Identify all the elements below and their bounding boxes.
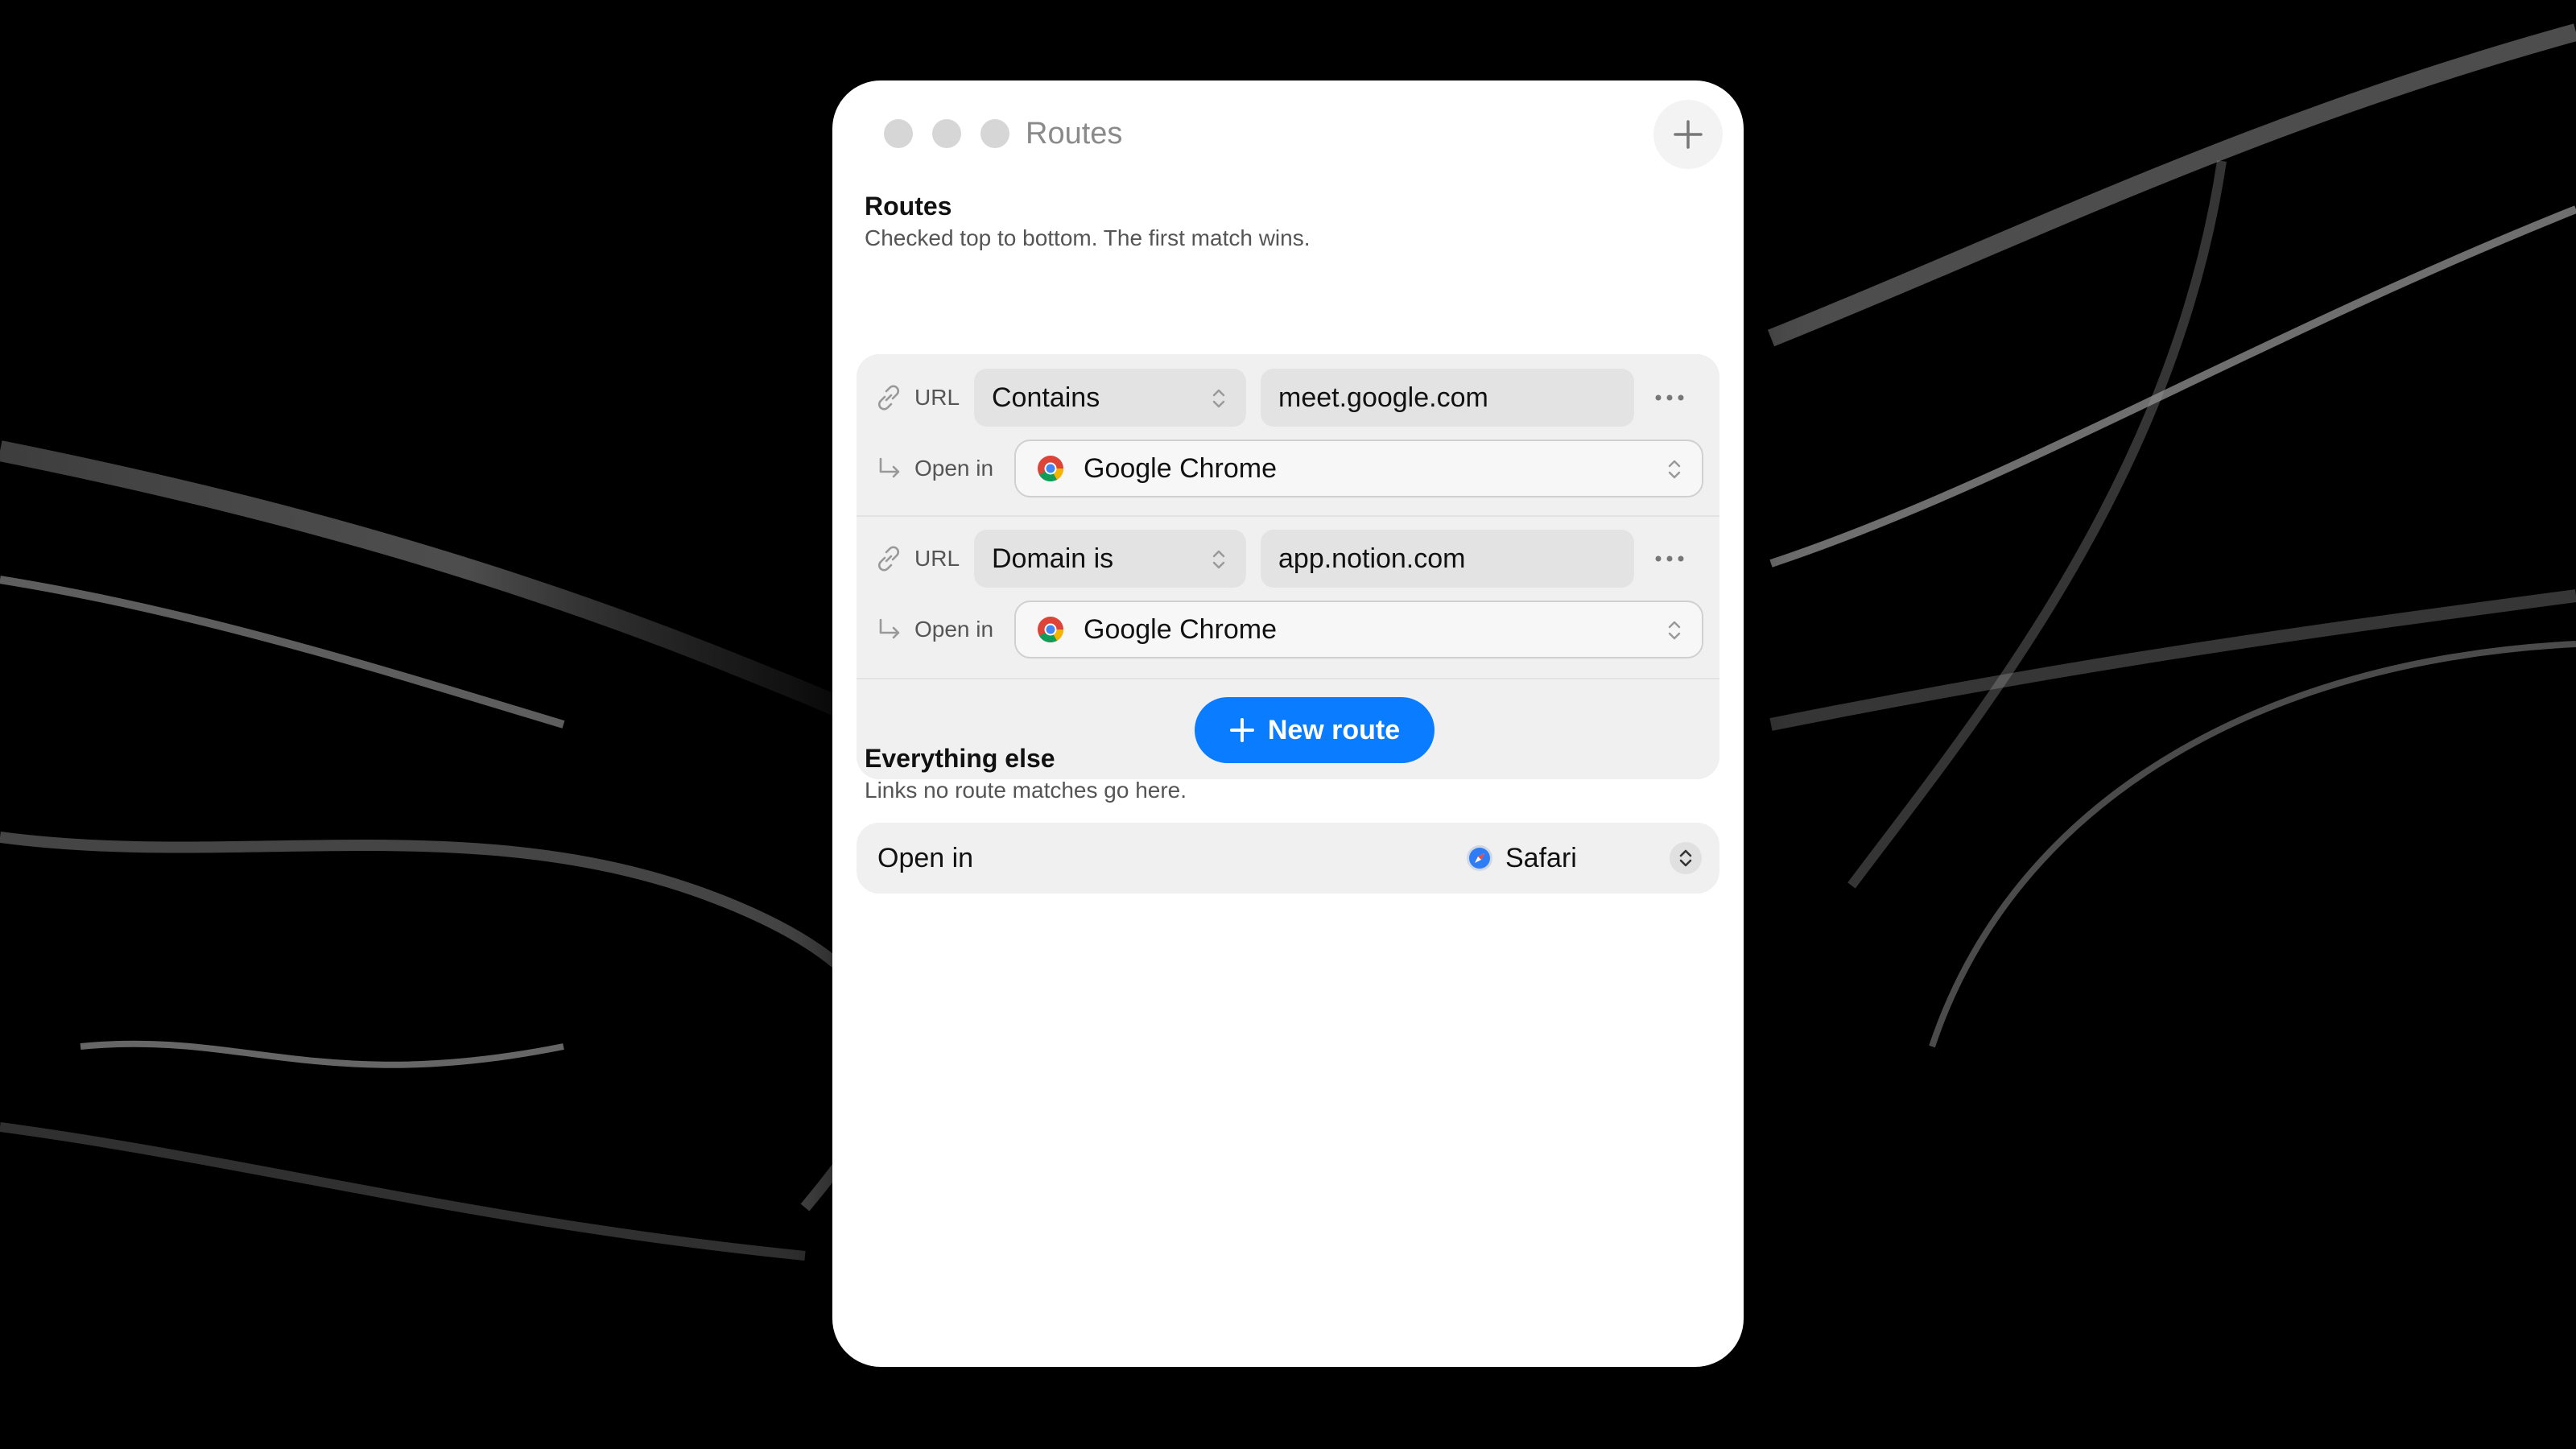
- arrow-turn-down-right-icon: [879, 457, 900, 478]
- route-divider: [857, 678, 1719, 679]
- safari-icon: [1467, 845, 1492, 871]
- window-title: Routes: [1026, 117, 1123, 151]
- fallback-open-in-row[interactable]: Open in Safari: [857, 823, 1719, 894]
- fallback-subtitle: Links no route matches go here.: [865, 778, 1187, 803]
- fallback-app-name: Safari: [1505, 843, 1577, 873]
- url-value: app.notion.com: [1278, 543, 1466, 574]
- plus-icon: [1674, 120, 1703, 149]
- chevron-updown-icon: [1668, 621, 1681, 640]
- chevron-updown-icon: [1679, 849, 1692, 867]
- fallback-heading: Everything else: [865, 744, 1055, 773]
- more-options-icon[interactable]: [1653, 393, 1686, 402]
- open-in-label: Open in: [914, 456, 994, 481]
- new-route-button[interactable]: New route: [1195, 697, 1435, 763]
- new-route-label: New route: [1267, 714, 1401, 745]
- chrome-icon: [1038, 617, 1063, 643]
- add-button[interactable]: [1653, 100, 1723, 169]
- app-name: Google Chrome: [1084, 613, 1278, 645]
- routes-heading: Routes: [865, 192, 952, 221]
- arrow-turn-down-right-icon: [879, 618, 900, 639]
- app-select[interactable]: Google Chrome: [1014, 601, 1703, 658]
- condition-value: Domain is: [992, 543, 1114, 574]
- chevron-updown-icon: [1212, 550, 1225, 569]
- routes-subtitle: Checked top to bottom. The first match w…: [865, 225, 1311, 250]
- more-options-icon[interactable]: [1653, 554, 1686, 564]
- url-label: URL: [914, 385, 960, 410]
- url-label: URL: [914, 546, 960, 571]
- url-value-input[interactable]: app.notion.com: [1261, 530, 1634, 588]
- chrome-icon: [1038, 456, 1063, 482]
- chevron-updown-icon: [1668, 460, 1681, 479]
- condition-select[interactable]: Domain is: [974, 530, 1246, 588]
- url-value: meet.google.com: [1278, 382, 1488, 413]
- condition-select[interactable]: Contains: [974, 369, 1246, 427]
- app-stepper[interactable]: [1670, 842, 1702, 874]
- window-close-button[interactable]: [884, 119, 913, 148]
- chevron-updown-icon: [1212, 389, 1225, 408]
- app-select[interactable]: Google Chrome: [1014, 440, 1703, 497]
- url-value-input[interactable]: meet.google.com: [1261, 369, 1634, 427]
- routes-list: URL Contains meet.google.com Open in Goo…: [857, 354, 1719, 779]
- fallback-open-in-label: Open in: [877, 843, 974, 873]
- plus-icon: [1229, 718, 1254, 742]
- route-divider: [857, 515, 1719, 517]
- routes-window: Routes Routes Checked top to bottom. The…: [832, 80, 1744, 1367]
- condition-value: Contains: [992, 382, 1100, 413]
- window-minimize-button[interactable]: [932, 119, 961, 148]
- window-zoom-button[interactable]: [980, 119, 1009, 148]
- link-icon: [878, 385, 899, 411]
- link-icon: [878, 546, 899, 572]
- open-in-label: Open in: [914, 617, 994, 642]
- app-name: Google Chrome: [1084, 452, 1278, 484]
